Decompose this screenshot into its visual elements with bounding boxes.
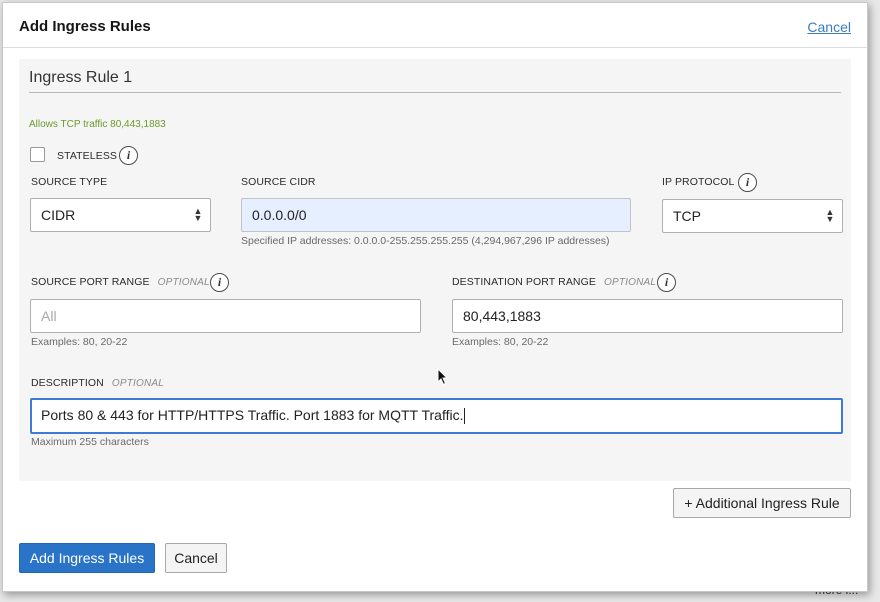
source-type-value: CIDR xyxy=(41,207,76,223)
select-chevron-icon: ▲ ▼ xyxy=(193,206,203,223)
mouse-pointer-icon xyxy=(437,368,449,386)
description-value: Ports 80 & 443 for HTTP/HTTPS Traffic. P… xyxy=(41,407,464,423)
ip-protocol-select[interactable]: TCP ▲ ▼ xyxy=(662,199,843,233)
source-port-range-input[interactable]: All xyxy=(30,299,421,333)
source-cidr-input[interactable]: 0.0.0.0/0 xyxy=(241,198,631,232)
dialog-header: Add Ingress Rules Cancel xyxy=(3,3,867,48)
ingress-rule-panel: Ingress Rule 1 Allows TCP traffic 80,443… xyxy=(19,59,851,481)
description-hint: Maximum 255 characters xyxy=(31,436,149,448)
destination-port-range-value: 80,443,1883 xyxy=(463,308,541,324)
optional-tag: OPTIONAL xyxy=(603,277,657,288)
optional-tag: OPTIONAL xyxy=(157,277,210,288)
add-ingress-rules-button[interactable]: Add Ingress Rules xyxy=(19,543,155,573)
ip-protocol-info-icon[interactable]: i xyxy=(738,173,757,192)
destination-port-range-hint: Examples: 80, 20-22 xyxy=(452,336,549,348)
rule-title: Ingress Rule 1 xyxy=(29,69,133,86)
destination-port-range-info-icon[interactable]: i xyxy=(657,273,676,292)
source-port-range-label: SOURCE PORT RANGE OPTIONAL xyxy=(31,276,210,288)
source-cidr-hint: Specified IP addresses: 0.0.0.0-255.255.… xyxy=(241,235,610,247)
description-label-text: DESCRIPTION xyxy=(31,377,104,389)
select-chevron-icon: ▲ ▼ xyxy=(825,207,835,224)
dialog-title: Add Ingress Rules xyxy=(19,18,151,35)
source-cidr-value: 0.0.0.0/0 xyxy=(252,207,307,223)
header-cancel-link[interactable]: Cancel xyxy=(807,19,851,35)
stateless-info-icon[interactable]: i xyxy=(119,146,138,165)
source-port-range-info-icon[interactable]: i xyxy=(210,273,229,292)
source-port-range-hint: Examples: 80, 20-22 xyxy=(31,336,128,348)
ip-protocol-label: IP PROTOCOL xyxy=(662,176,735,188)
destination-port-range-label-text: DESTINATION PORT RANGE xyxy=(452,276,596,288)
cancel-button[interactable]: Cancel xyxy=(165,543,227,573)
text-caret xyxy=(464,408,466,425)
additional-ingress-rule-button[interactable]: + Additional Ingress Rule xyxy=(673,488,851,518)
source-cidr-label: SOURCE CIDR xyxy=(241,176,316,188)
stateless-label: STATELESS xyxy=(57,150,118,162)
description-label: DESCRIPTION OPTIONAL xyxy=(31,377,164,389)
rule-summary: Allows TCP traffic 80,443,1883 xyxy=(29,119,166,130)
destination-port-range-label: DESTINATION PORT RANGE OPTIONAL xyxy=(452,276,656,288)
source-type-label: SOURCE TYPE xyxy=(31,176,108,188)
source-type-select[interactable]: CIDR ▲ ▼ xyxy=(30,198,211,232)
rule-title-divider xyxy=(29,92,841,93)
ip-protocol-value: TCP xyxy=(673,208,701,224)
source-port-range-label-text: SOURCE PORT RANGE xyxy=(31,276,150,288)
destination-port-range-input[interactable]: 80,443,1883 xyxy=(452,299,843,333)
stateless-checkbox[interactable] xyxy=(30,147,45,162)
optional-tag: OPTIONAL xyxy=(111,378,165,389)
description-input[interactable]: Ports 80 & 443 for HTTP/HTTPS Traffic. P… xyxy=(30,398,843,434)
add-ingress-rules-dialog: Add Ingress Rules Cancel Ingress Rule 1 … xyxy=(2,2,868,592)
source-port-range-placeholder: All xyxy=(41,308,57,324)
